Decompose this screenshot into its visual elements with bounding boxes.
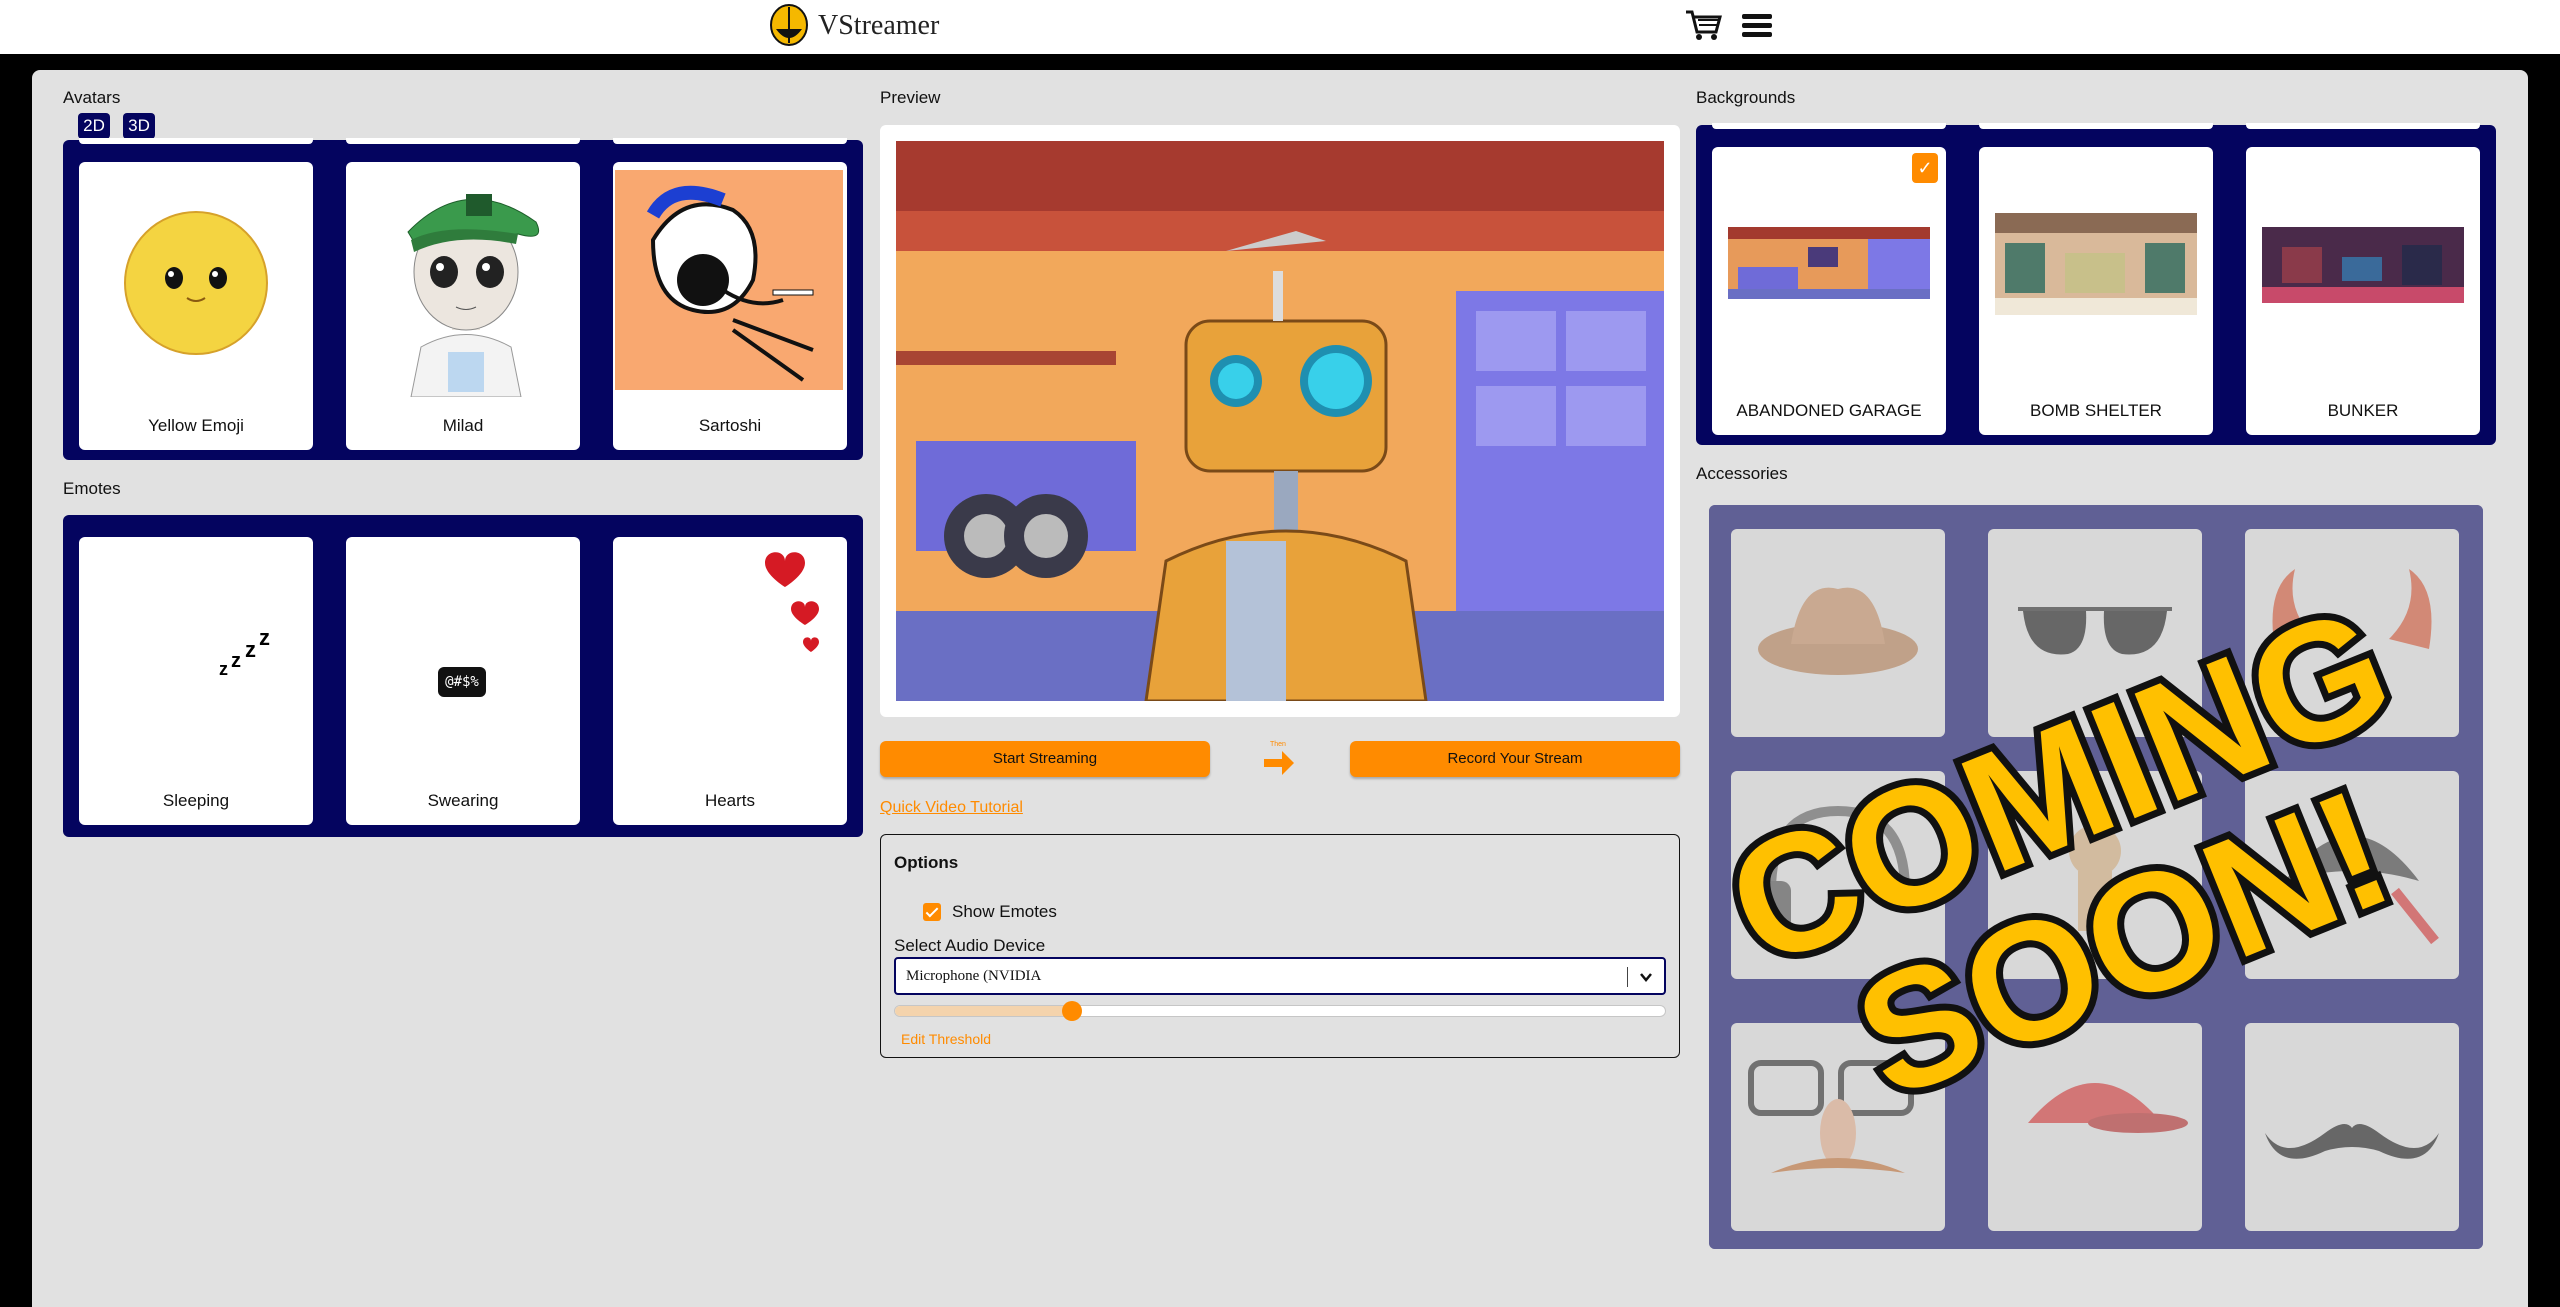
groucho-glasses-icon[interactable] xyxy=(1731,1023,1945,1231)
avatars-label: Avatars xyxy=(63,88,121,107)
voodoo-doll-icon[interactable] xyxy=(1988,771,2202,979)
start-streaming-button[interactable]: Start Streaming xyxy=(880,741,1210,777)
sleeping-zzz-icon: z z z z xyxy=(219,625,270,677)
avatars-panel: Yellow Emoji Milad Sartoshi xyxy=(63,138,863,460)
brand[interactable]: VStreamer xyxy=(768,2,939,50)
options-panel: Options Show Emotes Select Audio Device … xyxy=(880,834,1680,1058)
devil-horns-icon[interactable] xyxy=(2245,529,2459,737)
milad-avatar-icon xyxy=(407,194,540,397)
sunglasses-icon[interactable] xyxy=(1988,529,2202,737)
preview-canvas xyxy=(896,141,1664,701)
avatar-card-yellow-emoji[interactable]: Yellow Emoji xyxy=(79,162,313,450)
svg-text:z: z xyxy=(231,650,241,672)
hamburger-menu-icon[interactable] xyxy=(1742,14,1772,38)
emote-card-sleeping[interactable]: z z z z Sleeping xyxy=(79,537,313,825)
bomb-shelter-thumbnail xyxy=(1995,213,2197,315)
avatar-card-milad[interactable]: Milad xyxy=(346,162,580,450)
yellow-emoji-icon xyxy=(124,211,268,355)
preview-label: Preview xyxy=(880,88,941,107)
top-bar: VStreamer xyxy=(0,0,2560,54)
svg-text:z: z xyxy=(259,625,270,650)
show-emotes-checkbox[interactable] xyxy=(923,903,941,921)
helmet-logo-icon xyxy=(770,4,808,46)
options-title: Options xyxy=(894,853,959,872)
avatar-caption: Milad xyxy=(442,416,484,435)
background-caption: BOMB SHELTER xyxy=(2030,401,2162,420)
tab-3d[interactable]: 3D xyxy=(123,113,155,139)
threshold-slider[interactable] xyxy=(894,1001,1666,1021)
tab-2d[interactable]: 2D xyxy=(78,113,110,139)
background-card-bunker[interactable]: BUNKER xyxy=(2246,147,2480,435)
then-arrow-icon: Then xyxy=(1262,741,1296,775)
audio-device-label: Select Audio Device xyxy=(894,936,1046,955)
audio-device-select[interactable]: Microphone (NVIDIA xyxy=(894,957,1666,995)
swearing-symbols-icon: @#$% xyxy=(438,667,486,697)
emotes-label: Emotes xyxy=(63,479,121,498)
svg-text:z: z xyxy=(219,659,228,677)
accessories-label: Accessories xyxy=(1696,464,1788,483)
background-caption: BUNKER xyxy=(2327,401,2399,420)
emote-caption: Sleeping xyxy=(162,791,230,810)
mustache-icon[interactable] xyxy=(2245,1023,2459,1231)
quick-video-tutorial-link[interactable]: Quick Video Tutorial xyxy=(880,799,1023,817)
audio-device-value: Microphone (NVIDIA xyxy=(906,968,1042,984)
red-cap-icon[interactable] xyxy=(1988,1023,2202,1231)
avatar-caption: Sartoshi xyxy=(698,416,762,435)
avatar-caption: Yellow Emoji xyxy=(148,416,244,435)
show-emotes-label: Show Emotes xyxy=(952,902,1057,921)
emote-card-hearts[interactable]: Hearts xyxy=(613,537,847,825)
sartoshi-avatar-icon xyxy=(615,170,843,390)
chevron-down-icon xyxy=(1640,973,1652,982)
background-card-abandoned-garage[interactable]: ✓ ABANDONED GARAGE xyxy=(1712,147,1946,435)
brand-title: VStreamer xyxy=(818,10,940,41)
emote-card-swearing[interactable]: @#$% Swearing xyxy=(346,537,580,825)
headphones-icon[interactable] xyxy=(1731,771,1945,979)
edit-threshold-link[interactable]: Edit Threshold xyxy=(901,1031,991,1047)
hearts-icon xyxy=(765,552,819,652)
background-caption: ABANDONED GARAGE xyxy=(1736,401,1922,420)
background-card-bomb-shelter[interactable]: BOMB SHELTER xyxy=(1979,147,2213,435)
cart-icon[interactable] xyxy=(1684,8,1724,42)
emote-caption: Hearts xyxy=(704,791,756,810)
selected-check-icon: ✓ xyxy=(1912,153,1938,183)
emotes-panel: z z z z Sleeping @#$% Swearing Hearts xyxy=(63,515,863,837)
preview-frame xyxy=(880,125,1680,717)
emote-caption: Swearing xyxy=(427,791,499,810)
app-container: Avatars 2D 3D Yellow Emoji Milad Sartosh… xyxy=(32,70,2528,1307)
avatar-card-sartoshi[interactable]: Sartoshi xyxy=(613,162,847,450)
cowboy-hat-icon[interactable] xyxy=(1731,529,1945,737)
svg-text:z: z xyxy=(245,637,256,662)
accessories-panel: COMING SOON! xyxy=(1709,505,2483,1249)
backgrounds-panel: ✓ ABANDONED GARAGE BOMB SHELTER BUNKER xyxy=(1696,123,2496,445)
pirate-hat-icon[interactable] xyxy=(2245,771,2459,979)
backgrounds-label: Backgrounds xyxy=(1696,88,1796,107)
slider-thumb[interactable] xyxy=(1062,1001,1083,1021)
garage-thumbnail xyxy=(1728,227,1930,299)
record-stream-button[interactable]: Record Your Stream xyxy=(1350,741,1680,777)
bunker-thumbnail xyxy=(2262,227,2464,303)
